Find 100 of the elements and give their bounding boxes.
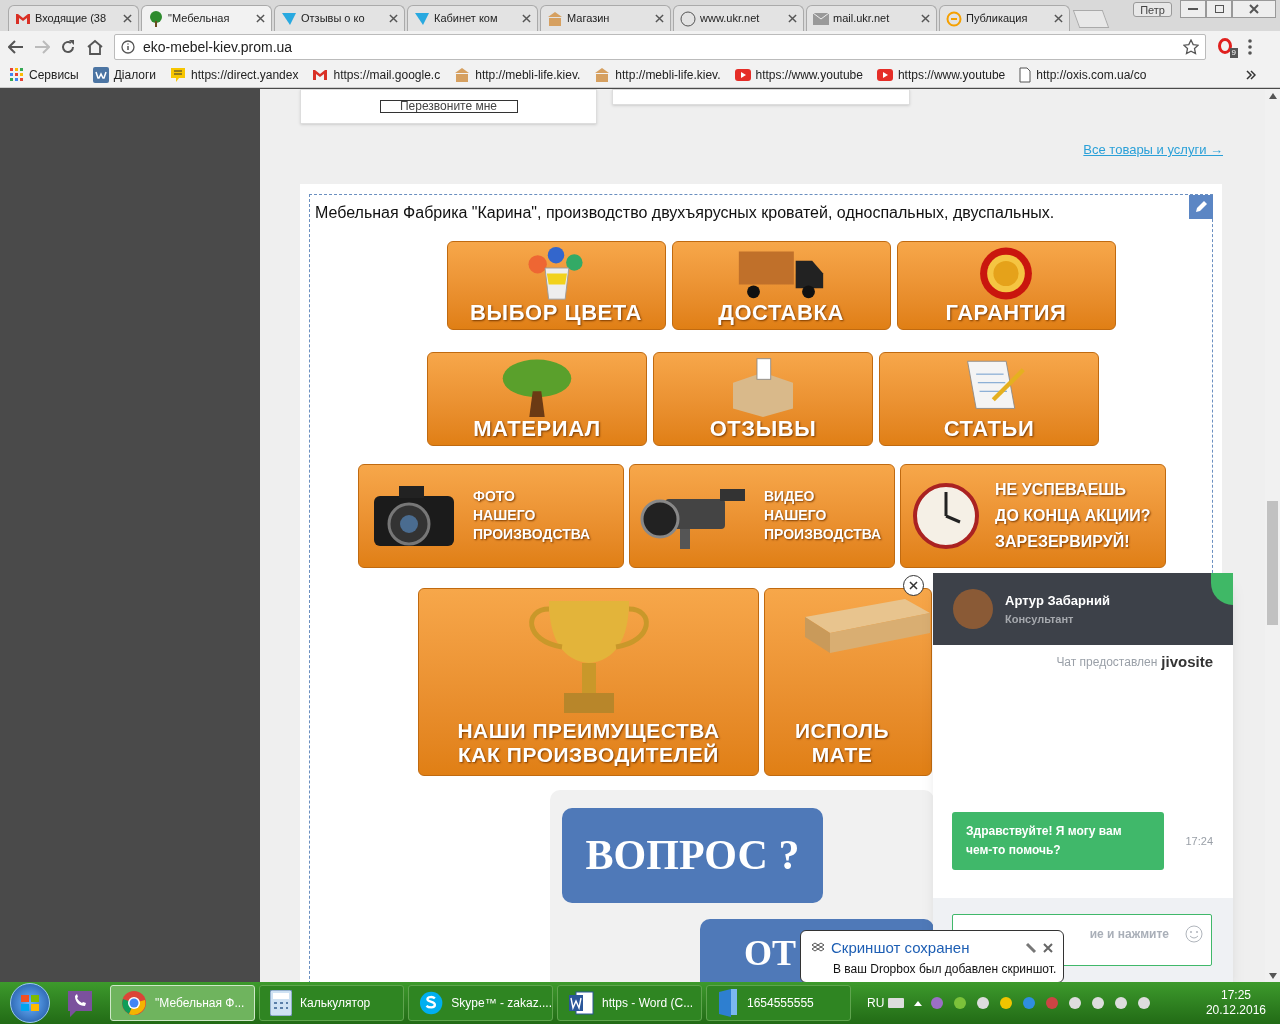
vk-logo-icon <box>92 67 109 83</box>
browser-tab[interactable]: www.ukr.net <box>673 5 804 31</box>
close-icon[interactable] <box>921 14 930 23</box>
close-icon[interactable] <box>1054 14 1063 23</box>
bookmark-item[interactable]: http://oxis.com.ua/co <box>1019 66 1147 84</box>
chevron-icon[interactable] <box>1246 70 1256 80</box>
tab-title: mail.ukr.net <box>833 11 891 27</box>
language-indicator[interactable]: RU <box>867 994 885 1012</box>
browser-tab[interactable]: Входящие (38 <box>8 5 139 31</box>
clock-date[interactable]: 20.12.2016 <box>1205 1003 1266 1018</box>
tab-title: Публикация <box>966 11 1029 27</box>
close-icon <box>909 581 918 590</box>
address-bar[interactable]: eko-mebel-kiev.prom.ua <box>114 34 1206 60</box>
bookmark-item[interactable]: Діалоги <box>92 66 157 84</box>
minimize-button[interactable] <box>1180 0 1206 18</box>
browser-tab[interactable]: Отзывы о ко <box>274 5 405 31</box>
wrench-icon[interactable] <box>1025 942 1037 955</box>
input-placeholder: ие и нажмите <box>1089 926 1169 943</box>
callback-button[interactable]: Перезвоните мне <box>379 100 518 113</box>
agent-name: Артур Забарний <box>1005 592 1110 610</box>
restore-button[interactable] <box>1206 0 1232 18</box>
word-logo-icon <box>568 990 594 1016</box>
browser-tab[interactable]: Публикация <box>939 5 1070 31</box>
bookmark-label: https://www.youtube <box>897 67 1006 84</box>
bookmark-label: http://mebli-life.kiev. <box>475 67 581 84</box>
mail-icon <box>15 12 31 25</box>
building-icon <box>594 67 611 83</box>
extension-button[interactable]: 9 <box>1216 36 1238 58</box>
bookmark-label: https://direct.yandex <box>191 67 299 84</box>
home-icon[interactable] <box>86 39 104 55</box>
message-time: 17:24 <box>1185 833 1213 849</box>
building-icon <box>454 67 471 83</box>
info-icon <box>121 40 135 54</box>
tab-title: Входящие (38 <box>35 11 108 27</box>
chrome-logo-icon <box>121 990 147 1016</box>
browser-tab[interactable]: Кабинет ком <box>407 5 538 31</box>
taskbar-item[interactable]: Калькулятор <box>259 985 404 1021</box>
reload-icon[interactable] <box>60 39 76 55</box>
scrollbar[interactable] <box>1265 89 1280 982</box>
bookmark-item[interactable]: https://www.youtube <box>876 66 1006 84</box>
calculator-icon <box>270 990 292 1016</box>
tab-title: Отзывы о ко <box>301 11 366 27</box>
browser-tab[interactable]: "Мебельная <box>141 5 272 31</box>
close-icon[interactable] <box>655 14 664 23</box>
url-text: eko-mebel-kiev.prom.ua <box>143 37 294 57</box>
bookmark-label: https://mail.google.c <box>333 67 441 84</box>
scroll-down-icon[interactable] <box>1268 973 1277 979</box>
bookmark-item[interactable]: https://mail.google.c <box>312 66 441 84</box>
menu-icon[interactable] <box>1248 39 1252 55</box>
bookmark-label: http://oxis.com.ua/co <box>1036 67 1147 84</box>
taskbar-item[interactable]: 1654555555 <box>706 985 851 1021</box>
status-indicator <box>1211 573 1233 605</box>
bookmark-item[interactable]: http://mebli-life.kiev. <box>454 66 581 84</box>
profile-button[interactable]: Петр <box>1133 2 1172 17</box>
close-window-button[interactable] <box>1232 0 1276 18</box>
scrollbar-thumb[interactable] <box>1267 501 1278 625</box>
banner-label: НАШИ ПРЕИМУЩЕСТВА КАК ПРОИЗВОДИТЕЛЕЙ <box>457 718 720 767</box>
bookmark-label: https://www.youtube <box>755 67 863 84</box>
taskbar-item[interactable]: Skype™ - zakaz.... <box>408 985 553 1021</box>
close-icon[interactable] <box>788 14 797 23</box>
play-icon <box>734 69 751 81</box>
banner-label: ГАРАНТИЯ <box>945 300 1067 325</box>
triangle-icon <box>281 10 297 27</box>
close-icon[interactable] <box>256 14 265 23</box>
browser-tab[interactable]: mail.ukr.net <box>806 5 937 31</box>
star-icon[interactable] <box>1183 39 1199 55</box>
clock-time[interactable]: 17:25 <box>1220 988 1251 1003</box>
bookmark-item[interactable]: Сервисы <box>10 66 79 84</box>
bookmark-item[interactable]: http://mebli-life.kiev. <box>594 66 721 84</box>
taskbar-label: Калькулятор <box>300 995 371 1012</box>
start-button[interactable] <box>10 983 50 1023</box>
back-arrow-icon[interactable] <box>8 40 24 54</box>
opera-logo-icon <box>1218 38 1232 54</box>
bookmark-item[interactable]: https://www.youtube <box>734 66 863 84</box>
taskbar-item[interactable]: https - Word (C... <box>557 985 702 1021</box>
agent-role: Консультант <box>1005 611 1075 627</box>
brand-logo: jivosite <box>1161 652 1213 672</box>
caret-icon[interactable] <box>914 1000 923 1006</box>
banner-label: ВЫБОР ЦВЕТА <box>470 300 642 325</box>
banner-label: ФОТО НАШЕГО ПРОИЗВОДСТВА <box>473 487 591 544</box>
close-icon[interactable] <box>389 14 398 23</box>
edit-button[interactable] <box>1189 194 1213 219</box>
taskbar-label: 1654555555 <box>747 995 814 1012</box>
question-bubble: ВОПРОС ? <box>562 807 823 903</box>
apps-grid-icon <box>10 68 24 82</box>
banner-label: ВИДЕО НАШЕГО ПРОИЗВОДСТВА <box>764 487 882 544</box>
close-icon[interactable] <box>1043 943 1053 954</box>
circle-icon <box>680 10 696 27</box>
pencil-icon <box>1194 199 1208 214</box>
play-icon <box>876 69 893 81</box>
bookmark-label: http://mebli-life.kiev. <box>615 67 721 84</box>
scroll-up-icon[interactable] <box>1268 93 1277 99</box>
mail-icon <box>312 69 329 81</box>
banner-label: НЕ УСПЕВАЕШЬ ДО КОНЦА АКЦИИ? ЗАРЕЗЕРВИРУЙ! <box>995 479 1151 552</box>
keyboard-icon[interactable] <box>888 998 905 1008</box>
bookmark-label: Сервисы <box>29 67 79 84</box>
close-icon[interactable] <box>123 14 132 23</box>
browser-tab[interactable]: Магазин <box>540 5 671 31</box>
bookmark-item[interactable]: https://direct.yandex <box>170 66 299 84</box>
close-icon[interactable] <box>522 14 531 23</box>
